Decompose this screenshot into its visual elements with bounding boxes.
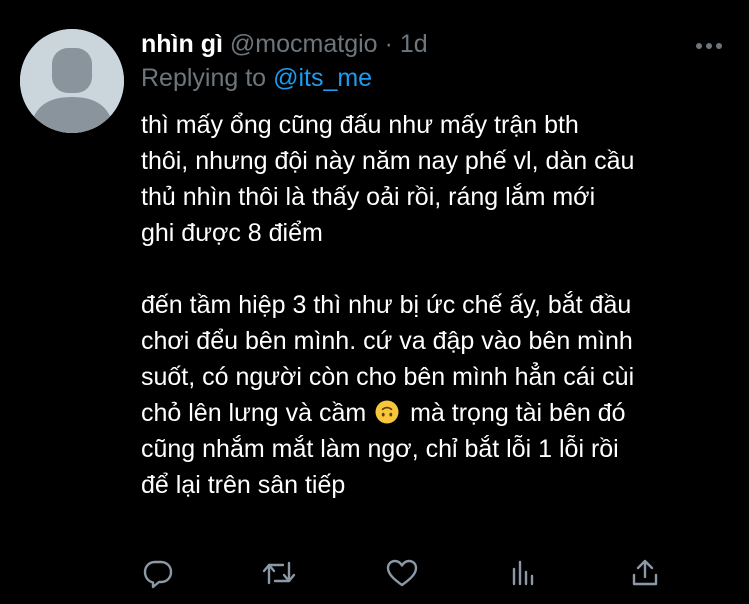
text-line: ghi được 8 điểm: [141, 219, 323, 247]
text-segment: mà trọng tài bên đó: [410, 399, 626, 427]
timestamp[interactable]: 1d: [400, 30, 428, 59]
paragraph-1: thì mấy ổng cũng đấu như mấy trận bth th…: [141, 107, 731, 251]
retweet-icon: [262, 561, 296, 585]
separator-dot: ·: [384, 30, 393, 58]
analytics-button[interactable]: [503, 553, 543, 593]
default-profile-icon: [20, 29, 124, 133]
display-name[interactable]: nhìn gì: [141, 30, 223, 59]
text-line-with-emoji: chỏ lên lưng và cầm mà trọng tài bên đó: [141, 395, 731, 431]
heart-icon: [386, 559, 418, 587]
retweet-button[interactable]: [259, 553, 299, 593]
analytics-bars-icon: [512, 560, 534, 586]
reply-button[interactable]: [138, 553, 178, 593]
share-button[interactable]: [625, 553, 665, 593]
tweet-header: nhìn gì @mocmatgio · 1d: [141, 30, 428, 62]
replying-to-label: Replying to: [141, 64, 267, 92]
more-horizontal-icon: [696, 43, 722, 49]
text-line: thủ nhìn thôi là thấy oải rồi, ráng lắm …: [141, 183, 596, 211]
replying-to: Replying to @its_me: [141, 64, 372, 93]
reply-bubble-icon: [143, 560, 173, 589]
tweet-actions: [0, 553, 749, 593]
more-options-button[interactable]: [695, 36, 723, 56]
text-line: để lại trên sân tiếp: [141, 471, 346, 499]
text-line: thì mấy ổng cũng đấu như mấy trận bth: [141, 111, 579, 139]
text-line: đến tầm hiệp 3 thì như bị ức chế ấy, bắt…: [141, 291, 632, 319]
tweet-text: thì mấy ổng cũng đấu như mấy trận bth th…: [141, 107, 731, 503]
text-line: thôi, nhưng đội này năm nay phế vl, dàn …: [141, 147, 635, 175]
upside-down-face-emoji: [375, 398, 399, 424]
share-upload-icon: [632, 559, 658, 586]
reply-target-link[interactable]: @its_me: [273, 64, 372, 92]
text-segment: chỏ lên lưng và cầm: [141, 399, 367, 427]
user-handle[interactable]: @mocmatgio: [230, 30, 378, 59]
paragraph-2: đến tầm hiệp 3 thì như bị ức chế ấy, bắt…: [141, 287, 731, 503]
like-button[interactable]: [382, 553, 422, 593]
avatar[interactable]: [20, 29, 124, 133]
tweet[interactable]: nhìn gì @mocmatgio · 1d Replying to @its_…: [0, 0, 749, 604]
text-line: suốt, có người còn cho bên mình hẳn cái …: [141, 363, 635, 391]
text-line: cũng nhắm mắt làm ngơ, chỉ bắt lỗi 1 lỗi…: [141, 435, 619, 463]
text-line: chơi đểu bên mình. cứ va đập vào bên mìn…: [141, 327, 633, 355]
